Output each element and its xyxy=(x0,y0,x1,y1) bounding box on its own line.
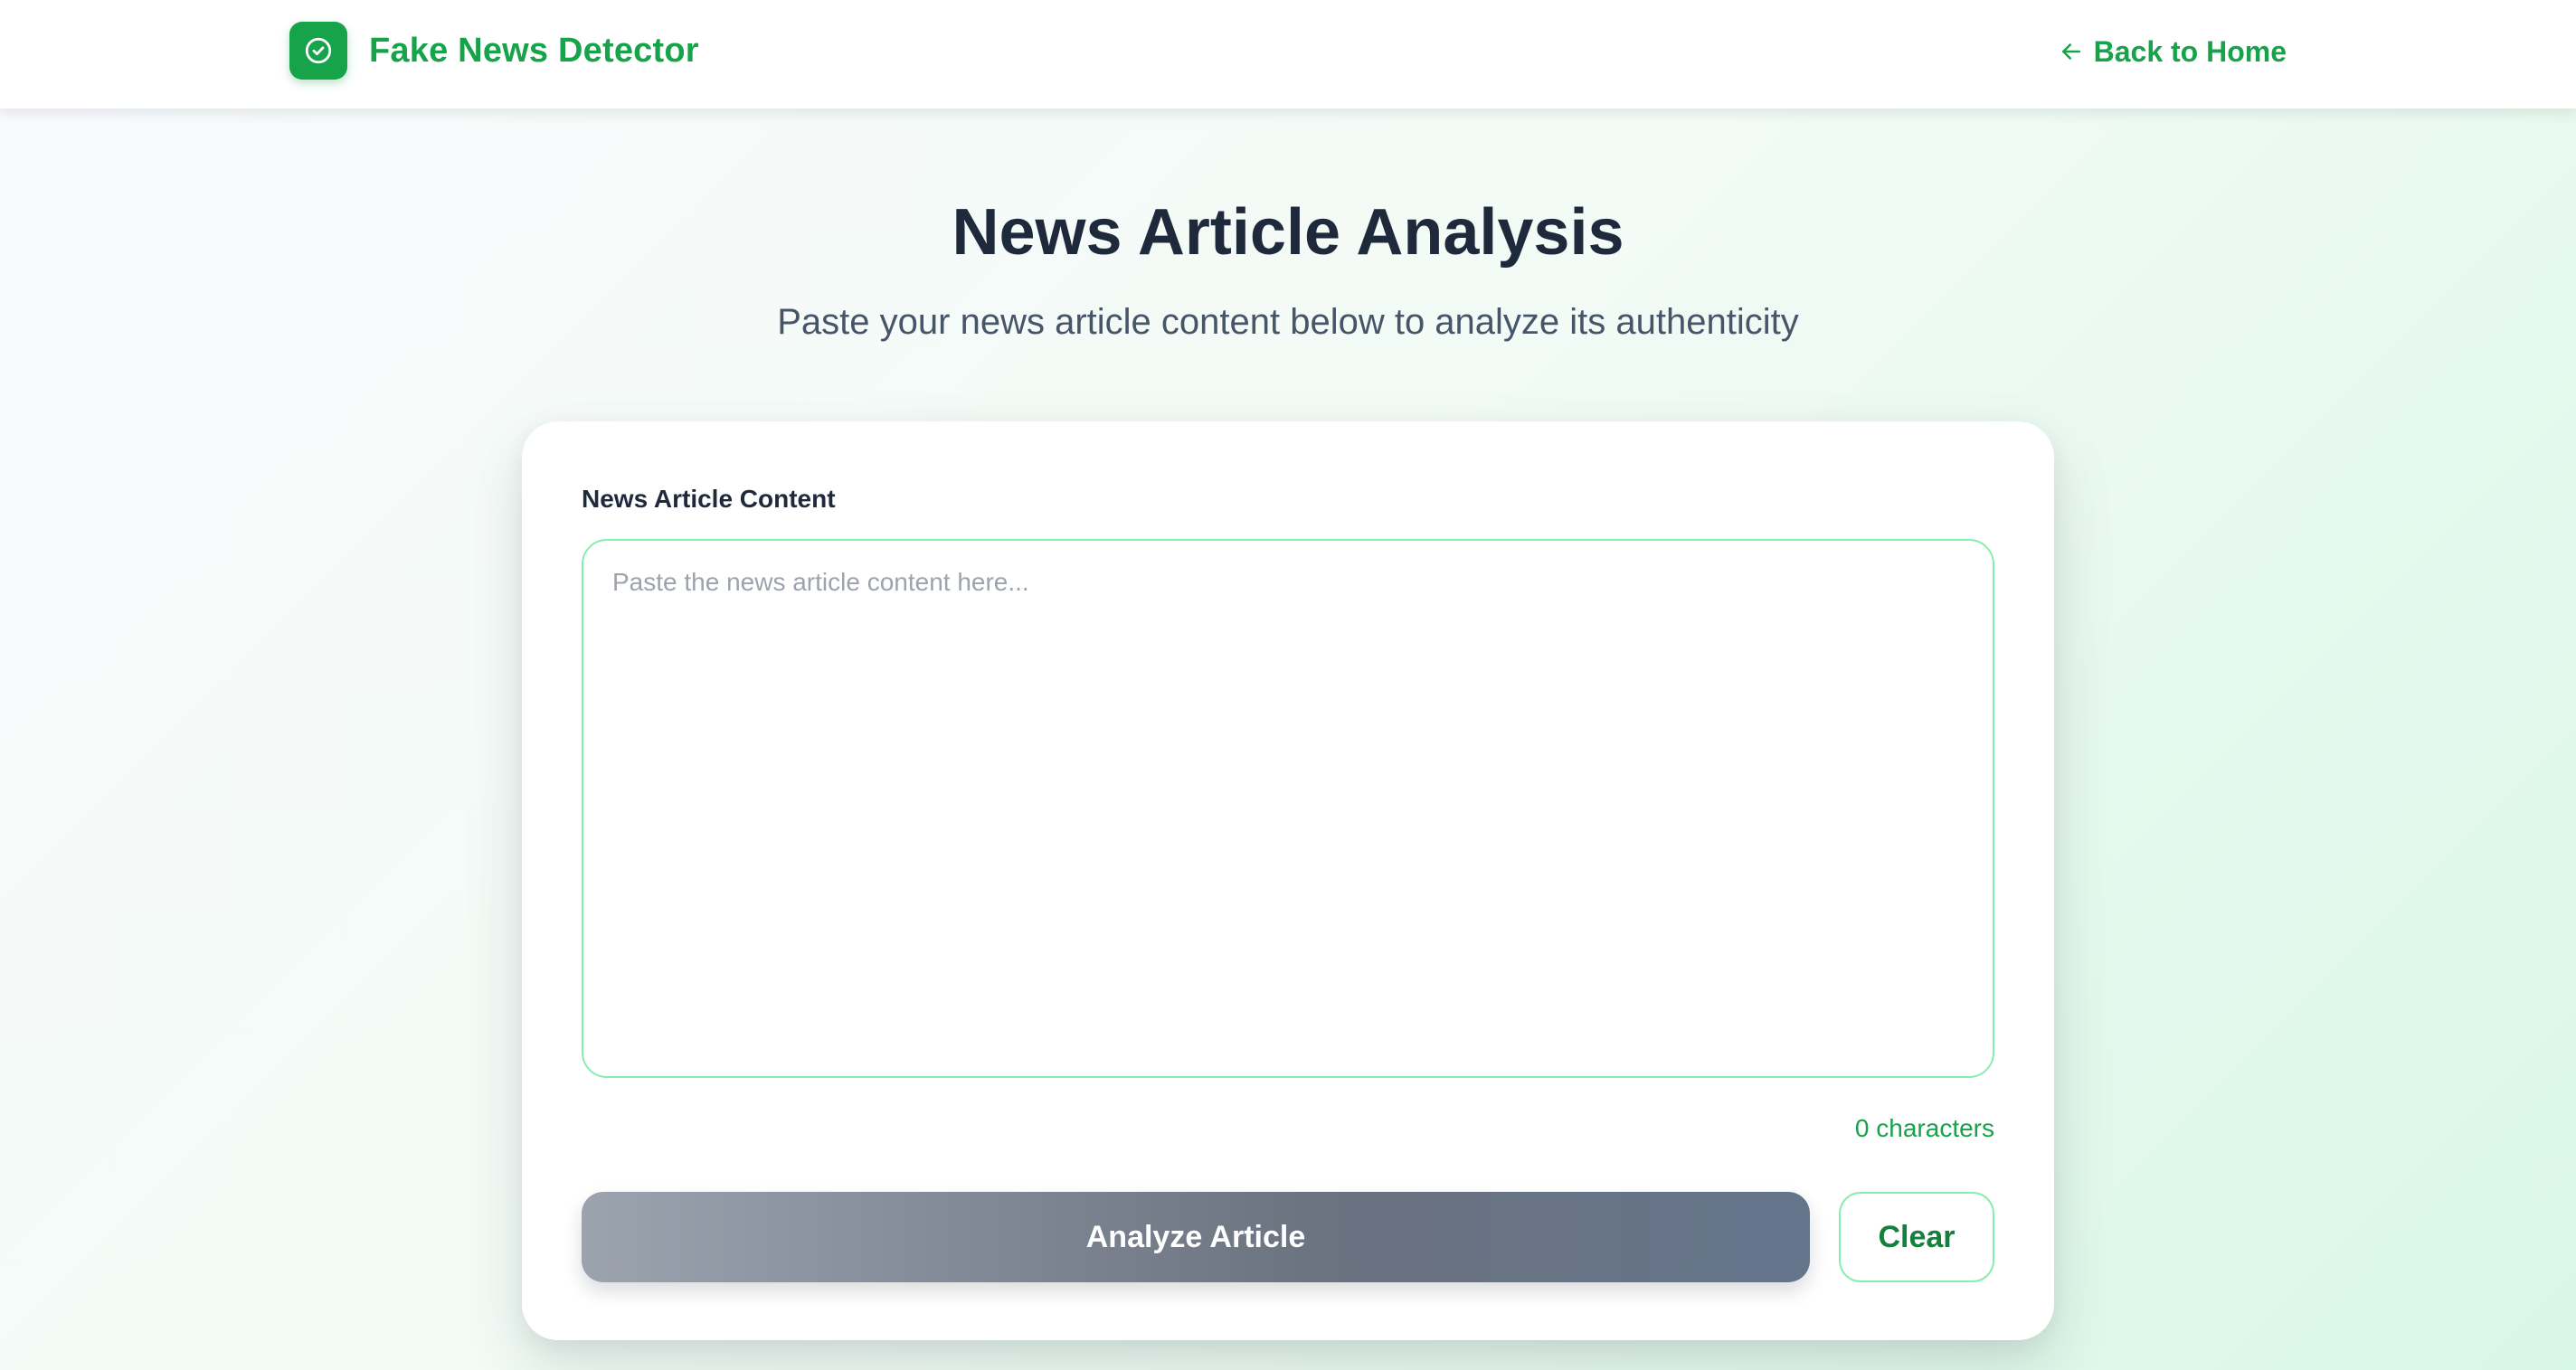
article-content-label: News Article Content xyxy=(582,485,836,513)
analysis-card: News Article Content 0 characters Analyz… xyxy=(522,421,2054,1340)
arrow-left-icon xyxy=(2058,38,2085,65)
brand-title: Fake News Detector xyxy=(369,31,699,70)
brand[interactable]: Fake News Detector xyxy=(289,22,699,80)
page-title: News Article Analysis xyxy=(952,196,1624,269)
top-navbar: Fake News Detector Back to Home xyxy=(0,0,2576,109)
page-subtitle: Paste your news article content below to… xyxy=(777,302,1799,342)
article-content-textarea[interactable] xyxy=(582,539,1994,1078)
character-count: 0 characters xyxy=(1854,1114,1994,1142)
back-to-home-link[interactable]: Back to Home xyxy=(2058,31,2287,72)
back-to-home-label: Back to Home xyxy=(2093,34,2287,68)
analyze-article-button[interactable]: Analyze Article xyxy=(582,1192,1810,1282)
check-circle-icon xyxy=(289,22,347,80)
clear-button[interactable]: Clear xyxy=(1839,1192,1994,1282)
